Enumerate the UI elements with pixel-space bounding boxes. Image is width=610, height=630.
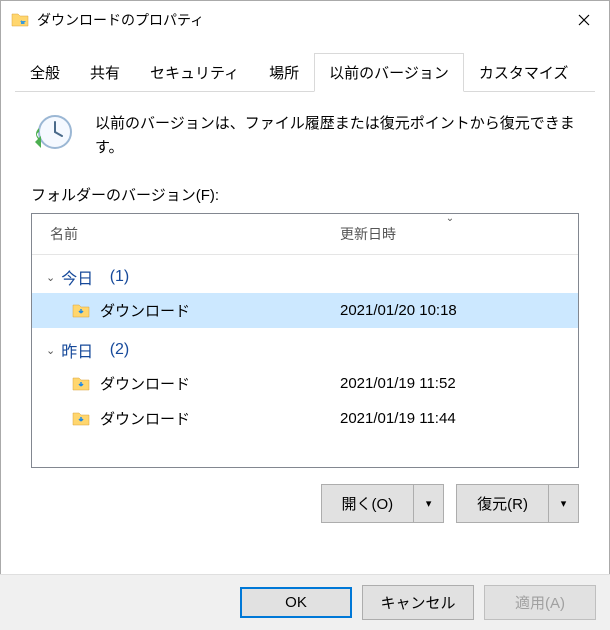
cancel-button[interactable]: キャンセル bbox=[362, 585, 474, 620]
item-date: 2021/01/20 10:18 bbox=[340, 302, 457, 319]
list-item[interactable]: ダウンロード 2021/01/20 10:18 bbox=[32, 293, 578, 328]
tab-customize[interactable]: カスタマイズ bbox=[464, 53, 584, 92]
item-date: 2021/01/19 11:44 bbox=[340, 410, 456, 427]
window-title: ダウンロードのプロパティ bbox=[37, 10, 561, 30]
sort-desc-icon: ⌄ bbox=[446, 213, 454, 224]
download-folder-icon bbox=[72, 302, 90, 320]
tab-security[interactable]: セキュリティ bbox=[135, 53, 254, 92]
download-folder-icon bbox=[72, 410, 90, 428]
list-item[interactable]: ダウンロード 2021/01/19 11:44 bbox=[32, 401, 578, 436]
tab-content: 以前のバージョンは、ファイル履歴または復元ポイントから復元できます。 フォルダー… bbox=[1, 92, 609, 468]
dialog-footer: OK キャンセル 適用(A) bbox=[0, 574, 610, 630]
restore-button[interactable]: 復元(R) bbox=[456, 484, 549, 523]
tab-location[interactable]: 場所 bbox=[254, 53, 314, 92]
group-yesterday[interactable]: ⌄ 昨日 (2) bbox=[32, 328, 578, 366]
versions-label: フォルダーのバージョン(F): bbox=[31, 184, 579, 205]
restore-split-button: 復元(R) ▾ bbox=[456, 484, 579, 523]
open-dropdown[interactable]: ▾ bbox=[414, 484, 444, 523]
close-button[interactable] bbox=[561, 4, 607, 36]
tab-general[interactable]: 全般 bbox=[15, 53, 75, 92]
chevron-down-icon: ⌄ bbox=[46, 271, 55, 284]
item-name: ダウンロード bbox=[100, 408, 340, 429]
info-text: 以前のバージョンは、ファイル履歴または復元ポイントから復元できます。 bbox=[95, 112, 579, 160]
open-split-button: 開く(O) ▾ bbox=[321, 484, 445, 523]
item-name: ダウンロード bbox=[100, 373, 340, 394]
download-folder-icon bbox=[72, 375, 90, 393]
folder-icon bbox=[11, 11, 29, 29]
tab-sharing[interactable]: 共有 bbox=[75, 53, 135, 92]
open-button[interactable]: 開く(O) bbox=[321, 484, 415, 523]
list-header: 名前 ⌄ 更新日時 bbox=[32, 214, 578, 255]
item-name: ダウンロード bbox=[100, 300, 340, 321]
list-item[interactable]: ダウンロード 2021/01/19 11:52 bbox=[32, 366, 578, 401]
info-block: 以前のバージョンは、ファイル履歴または復元ポイントから復元できます。 bbox=[31, 112, 579, 160]
action-buttons: 開く(O) ▾ 復元(R) ▾ bbox=[1, 468, 609, 523]
item-date: 2021/01/19 11:52 bbox=[340, 375, 456, 392]
ok-button[interactable]: OK bbox=[240, 587, 352, 618]
chevron-down-icon: ⌄ bbox=[46, 344, 55, 357]
tab-previous-versions[interactable]: 以前のバージョン bbox=[314, 53, 464, 92]
titlebar: ダウンロードのプロパティ bbox=[1, 1, 609, 39]
group-today[interactable]: ⌄ 今日 (1) bbox=[32, 255, 578, 293]
tab-strip: 全般 共有 セキュリティ 場所 以前のバージョン カスタマイズ bbox=[1, 39, 609, 92]
column-date[interactable]: ⌄ 更新日時 bbox=[322, 214, 578, 254]
restore-clock-icon bbox=[31, 112, 75, 156]
apply-button: 適用(A) bbox=[484, 585, 596, 620]
versions-list[interactable]: 名前 ⌄ 更新日時 ⌄ 今日 (1) ダウンロード 2021/01/20 10:… bbox=[31, 213, 579, 468]
column-name[interactable]: 名前 bbox=[32, 214, 322, 254]
restore-dropdown[interactable]: ▾ bbox=[549, 484, 579, 523]
